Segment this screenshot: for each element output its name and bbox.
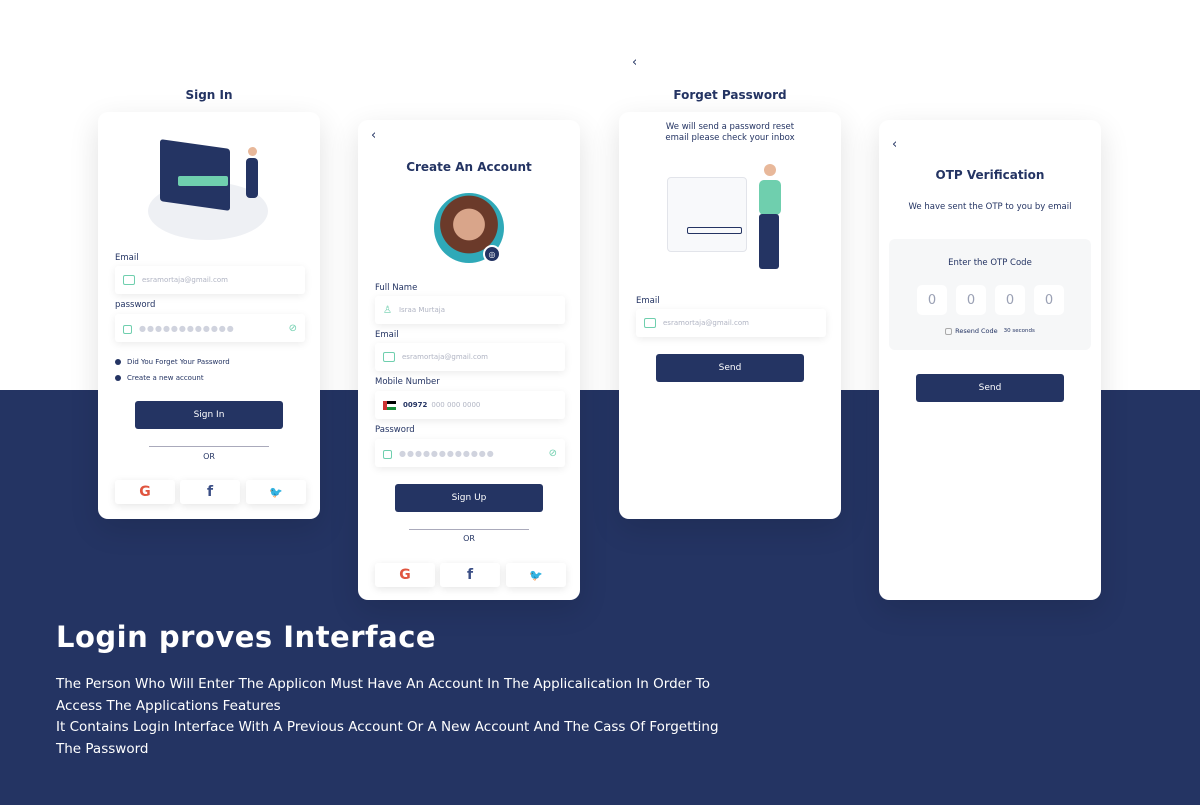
otp-digit-2[interactable]: 0: [956, 285, 986, 315]
otp-card: ‹ OTP Verification We have sent the OTP …: [879, 120, 1101, 600]
google-button[interactable]: G: [375, 563, 435, 587]
lock-icon: [383, 450, 392, 459]
send-button[interactable]: Send: [656, 354, 804, 382]
otp-inputs: 0 0 0 0: [917, 285, 1064, 315]
back-icon[interactable]: ‹: [632, 55, 637, 70]
mobile-input[interactable]: 00972 000 000 0000: [375, 391, 565, 419]
email-value: esramortaja@gmail.com: [142, 276, 228, 284]
forget-title: Forget Password: [673, 88, 787, 102]
email-value: esramortaja@gmail.com: [663, 319, 749, 327]
otp-subtitle: We have sent the OTP to you by email: [908, 202, 1072, 212]
divider: [149, 446, 269, 447]
google-button[interactable]: G: [115, 480, 175, 504]
signin-title: Sign In: [185, 88, 233, 102]
reset-illustration: [667, 162, 797, 277]
resend-timer: 30 seconds: [1003, 328, 1035, 334]
email-input[interactable]: esramortaja@gmail.com: [636, 309, 826, 337]
description-line: The Person Who Will Enter The Applicon M…: [56, 676, 710, 714]
password-label: Password: [375, 425, 415, 435]
back-icon[interactable]: ‹: [892, 137, 897, 152]
forgot-text: Did You Forget Your Password: [127, 358, 230, 366]
user-icon: ♙: [383, 304, 392, 316]
create-account-link[interactable]: Create a new account: [115, 374, 204, 382]
forgot-password-link[interactable]: Did You Forget Your Password: [115, 358, 230, 366]
email-label: Email: [375, 330, 399, 340]
subtitle-line: email please check your inbox: [665, 133, 795, 143]
country-code: 00972: [403, 401, 428, 409]
send-button[interactable]: Send: [916, 374, 1064, 402]
otp-digit-1[interactable]: 0: [917, 285, 947, 315]
login-illustration: [148, 132, 268, 242]
fullname-input[interactable]: ♙ Israa Murtaja: [375, 296, 565, 324]
bullet-icon: [115, 359, 121, 365]
bullet-icon: [115, 375, 121, 381]
subtitle-line: We will send a password reset: [665, 122, 795, 132]
camera-icon[interactable]: ◎: [483, 245, 501, 263]
mobile-placeholder: 000 000 0000: [431, 401, 481, 409]
mail-icon: [123, 275, 135, 285]
signup-button[interactable]: Sign Up: [395, 484, 543, 512]
password-input[interactable]: ●●●●●●●●●●●● ⊘: [115, 314, 305, 342]
password-value: ●●●●●●●●●●●●: [139, 323, 235, 333]
flag-icon[interactable]: [383, 400, 396, 410]
password-input[interactable]: ●●●●●●●●●●●● ⊘: [375, 439, 565, 467]
email-value: esramortaja@gmail.com: [402, 353, 488, 361]
facebook-button[interactable]: f: [180, 480, 240, 504]
mobile-label: Mobile Number: [375, 377, 440, 387]
resend-row: Resend Code 30 seconds: [889, 327, 1091, 335]
lock-icon: [123, 325, 132, 334]
or-text: OR: [463, 534, 475, 543]
signin-button[interactable]: Sign In: [135, 401, 283, 429]
email-input[interactable]: esramortaja@gmail.com: [375, 343, 565, 371]
mail-icon: [644, 318, 656, 328]
forget-card: We will send a password reset email pleas…: [619, 112, 841, 519]
description-line: It Contains Login Interface With A Previ…: [56, 719, 719, 757]
divider: [409, 529, 529, 530]
create-text: Create a new account: [127, 374, 204, 382]
resend-code-link[interactable]: Resend Code: [955, 327, 998, 335]
footer-description: The Person Who Will Enter The Applicon M…: [56, 674, 736, 760]
mail-icon: [383, 352, 395, 362]
back-icon[interactable]: ‹: [371, 128, 376, 143]
otp-panel: Enter the OTP Code 0 0 0 0 Resend Code 3…: [889, 239, 1091, 350]
email-label: Email: [636, 296, 660, 306]
twitter-button[interactable]: 🐦: [246, 480, 306, 504]
twitter-button[interactable]: 🐦: [506, 563, 566, 587]
password-label: password: [115, 300, 156, 310]
signup-card: ‹ Create An Account ◎ Full Name ♙ Israa M…: [358, 120, 580, 600]
or-text: OR: [203, 452, 215, 461]
eye-off-icon[interactable]: ⊘: [289, 323, 297, 334]
fullname-label: Full Name: [375, 283, 418, 293]
email-input[interactable]: esramortaja@gmail.com: [115, 266, 305, 294]
footer-heading: Login proves Interface: [56, 620, 437, 654]
email-label: Email: [115, 253, 139, 263]
signup-title: Create An Account: [406, 160, 532, 174]
fullname-value: Israa Murtaja: [398, 306, 445, 314]
facebook-button[interactable]: f: [440, 563, 500, 587]
timer-icon: [945, 327, 953, 335]
otp-digit-3[interactable]: 0: [995, 285, 1025, 315]
eye-off-icon[interactable]: ⊘: [549, 448, 557, 459]
otp-digit-4[interactable]: 0: [1034, 285, 1064, 315]
forget-subtitle: We will send a password reset email pleas…: [619, 122, 841, 144]
otp-title: OTP Verification: [935, 168, 1045, 182]
signin-card: Email esramortaja@gmail.com password ●●●…: [98, 112, 320, 519]
otp-prompt: Enter the OTP Code: [948, 258, 1032, 268]
password-value: ●●●●●●●●●●●●: [399, 448, 495, 458]
